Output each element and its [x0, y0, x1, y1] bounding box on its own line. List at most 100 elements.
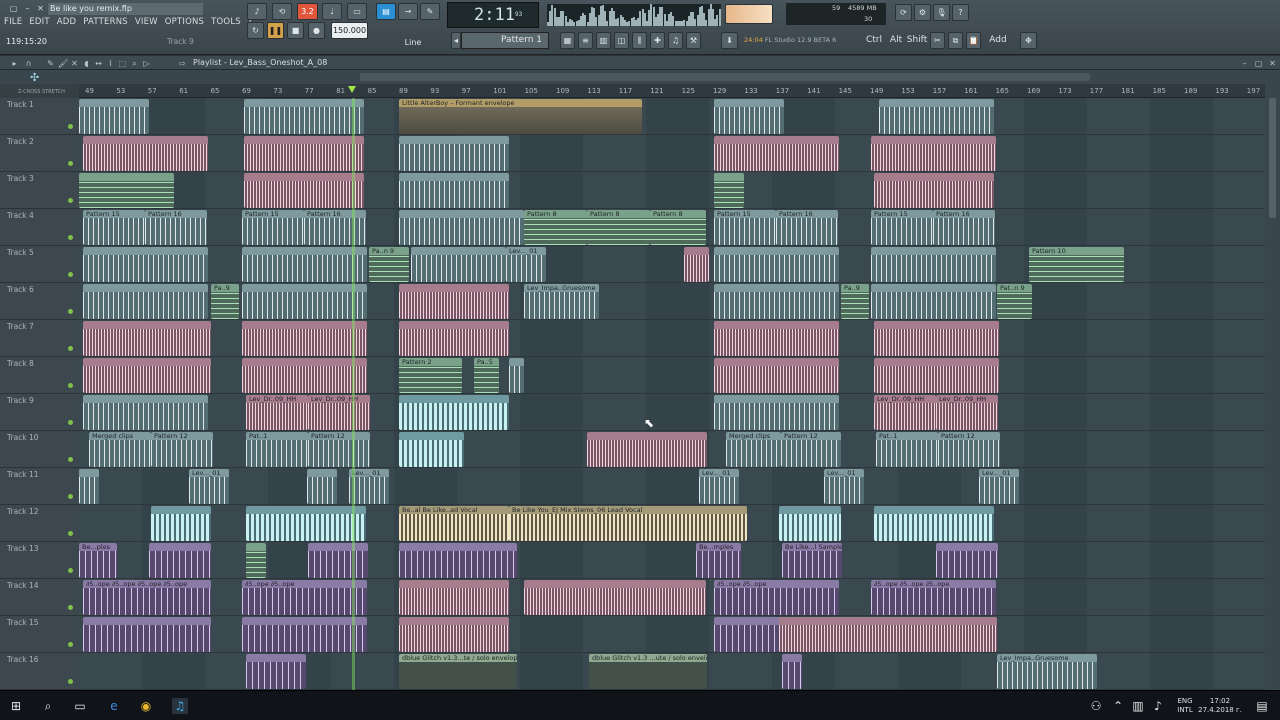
loop-record-icon[interactable]: ⟲	[272, 3, 292, 20]
playlist-clip[interactable]	[83, 395, 208, 430]
playlist-clip[interactable]: ∂5..ope ∂5..ope	[714, 580, 839, 615]
playlist-clip[interactable]: Pattern 15	[242, 210, 304, 245]
playlist-clip[interactable]: ∂5..ope ∂5..ope ∂5..ope	[871, 580, 996, 615]
playlist-clip[interactable]	[307, 469, 337, 504]
channel-rack-icon[interactable]: ≡	[578, 32, 593, 49]
playlist-clip[interactable]	[242, 617, 367, 652]
playlist-clip[interactable]	[308, 543, 368, 578]
playlist-clip[interactable]	[246, 543, 266, 578]
slip-tool-icon[interactable]: ↔	[94, 59, 103, 68]
playlist-clip[interactable]	[246, 506, 366, 541]
track-lane[interactable]: Pattern 15 Pattern 16 Pattern 15 Pattern 16…	[79, 209, 1265, 246]
playlist-clip[interactable]: Lev..._01	[349, 469, 389, 504]
browser-icon[interactable]: ◫	[614, 32, 629, 49]
playlist-clip[interactable]	[244, 173, 364, 208]
playlist-icon[interactable]: ▦	[560, 32, 575, 49]
track-lane[interactable]: Lev..._01 Lev..._01 Lev..._01 Lev..._01 Lev.…	[79, 468, 1265, 505]
playlist-clip[interactable]	[244, 99, 364, 134]
track-lane[interactable]: Be..al Be Like..ad Vocal Be Like You_EJ M…	[79, 505, 1265, 542]
volume-icon[interactable]: ♪	[1150, 698, 1166, 714]
playlist-clip[interactable]: Be Like...l Samples	[782, 543, 842, 578]
playlist-clip[interactable]: Pattern 2	[399, 358, 462, 393]
cut-icon[interactable]: ✂	[930, 32, 945, 49]
track-header[interactable]: Track 15	[0, 616, 79, 653]
track-lane[interactable]: Lev_Dr..09_HH Lev_Dr..09_HH Lev_Dr..09_HH L…	[79, 394, 1265, 431]
people-icon[interactable]: ⚇	[1088, 698, 1104, 714]
track-lane[interactable]	[79, 172, 1265, 209]
tray-chevron-icon[interactable]: ⌃	[1110, 698, 1126, 714]
menu-view[interactable]: VIEW	[135, 17, 158, 27]
typing-keyboard-icon[interactable]: ▤	[376, 3, 396, 20]
playlist-clip[interactable]	[246, 654, 306, 689]
playlist-clip[interactable]	[684, 247, 709, 282]
playlist-clip[interactable]	[242, 358, 367, 393]
playlist-clip[interactable]	[79, 99, 149, 134]
playlist-clip[interactable]	[399, 321, 509, 356]
playlist-clip[interactable]	[714, 99, 784, 134]
playlist-grid[interactable]: Little AlterBoy – Formant envelope Patter…	[79, 98, 1265, 690]
track-mute-led[interactable]	[68, 124, 73, 129]
pattern-selector[interactable]: Pattern 1	[461, 32, 549, 49]
playlist-clip[interactable]: Pattern 16	[933, 210, 995, 245]
pat-song-counter[interactable]: 3.2	[297, 3, 318, 20]
playlist-clip[interactable]	[399, 432, 464, 467]
language-indicator[interactable]: ENG INTL	[1174, 697, 1196, 715]
plugin-picker-icon[interactable]: ✚	[650, 32, 665, 49]
record-button[interactable]: ●	[308, 22, 325, 39]
track-header[interactable]: Track 12	[0, 505, 79, 542]
playlist-clip[interactable]: ∂5..ope ∂5..ope ∂5..ope ∂5..ope	[83, 580, 211, 615]
playlist-clip[interactable]: Lev_Impa..Gruesome	[997, 654, 1097, 689]
pattern-clip-arrow-icon[interactable]: ⇨	[178, 59, 187, 68]
playlist-clip[interactable]: Lev..._01	[824, 469, 864, 504]
playlist-clip[interactable]: Pattern 8	[587, 210, 650, 245]
playlist-clip[interactable]: Pattern 8	[650, 210, 706, 245]
paint-tool-icon[interactable]: 🖌	[58, 59, 68, 68]
piano-roll-icon[interactable]: ▥	[596, 32, 611, 49]
playlist-clip[interactable]: dblue Glitch v1.3 ...ute / solo envelope	[589, 654, 707, 689]
track-header[interactable]: Track 4	[0, 209, 79, 246]
playlist-clip[interactable]	[587, 432, 707, 467]
playlist-clip[interactable]: Pattern 16	[304, 210, 366, 245]
zcross-label[interactable]: Z-CROSS	[18, 89, 40, 95]
help-icon[interactable]: ?	[952, 4, 969, 21]
refresh-icon[interactable]: ⟳	[895, 4, 912, 21]
pattern-prev-icon[interactable]: ◂	[451, 32, 461, 49]
playlist-clip[interactable]	[399, 617, 509, 652]
playlist-clip[interactable]: Lev..._01	[699, 469, 739, 504]
stop-button[interactable]: ■	[287, 22, 304, 39]
playlist-clip[interactable]	[151, 506, 211, 541]
playlist-clip[interactable]: Pattern 10	[1029, 247, 1124, 282]
playlist-clip[interactable]	[714, 358, 839, 393]
playlist-clip[interactable]	[779, 617, 997, 652]
playlist-clip[interactable]	[874, 321, 999, 356]
playlist-clip[interactable]	[714, 321, 839, 356]
playlist-clip[interactable]	[779, 506, 841, 541]
menu-tools[interactable]: TOOLS	[211, 17, 241, 27]
playlist-clip[interactable]	[83, 247, 208, 282]
close-icon[interactable]: ✕	[35, 3, 46, 14]
track-header[interactable]: Track 7	[0, 320, 79, 357]
playlist-clip[interactable]	[242, 247, 367, 282]
playback-tool-icon[interactable]: ▷	[142, 59, 151, 68]
track-mute-led[interactable]	[68, 531, 73, 536]
menu-patterns[interactable]: PATTERNS	[83, 17, 128, 27]
playlist-clip[interactable]: Pattern 15	[83, 210, 145, 245]
playlist-clip[interactable]	[871, 247, 996, 282]
playlist-clip[interactable]: Pattern 12	[308, 432, 370, 467]
playlist-clip[interactable]	[242, 284, 367, 319]
notifications-icon[interactable]: ▤	[1254, 698, 1270, 714]
slice-tool-icon[interactable]: ⌇	[106, 59, 115, 68]
playlist-clip[interactable]: Pattern 12	[938, 432, 1000, 467]
playlist-clip[interactable]	[871, 284, 996, 319]
menu-file[interactable]: FILE	[4, 17, 22, 27]
playlist-clip[interactable]	[714, 136, 839, 171]
playlist-clip[interactable]	[399, 543, 517, 578]
magnet-icon[interactable]: ∩	[24, 59, 33, 68]
track-header[interactable]: Track 1	[0, 98, 79, 135]
track-mute-led[interactable]	[68, 235, 73, 240]
delete-tool-icon[interactable]: ✕	[70, 59, 79, 68]
menu-edit[interactable]: EDIT	[29, 17, 49, 27]
mic-icon[interactable]: 🎙	[933, 4, 950, 21]
vertical-scroll-thumb[interactable]	[1269, 98, 1276, 218]
playlist-clip[interactable]	[714, 395, 839, 430]
